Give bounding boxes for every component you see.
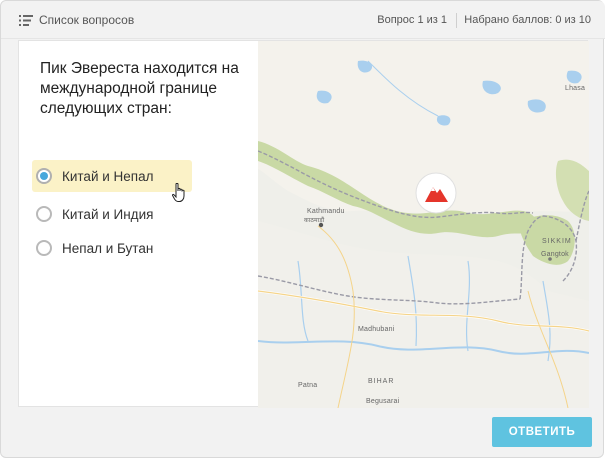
answer-option-label: Китай и Непал [62,168,154,184]
question-area: Пик Эвереста находится на международной … [19,41,258,406]
answer-option-china-india[interactable]: Китай и Индия [32,198,192,230]
map-label-gangtok: Gangtok [541,251,569,258]
radio-button[interactable] [36,240,52,256]
map-label-madhubani: Madhubani [358,326,395,333]
list-icon [19,14,33,26]
map-label-kathmandu: Kathmandu [307,208,345,215]
map-image: Kathmandu काठमाडौं SIKKIM Gangtok Madhub… [258,41,589,408]
question-list-label: Список вопросов [39,13,135,27]
map-label-sikkim: SIKKIM [542,238,572,245]
question-text: Пик Эвереста находится на международной … [40,60,239,117]
map-label-begusarai: Begusarai [366,398,400,405]
submit-answer-button[interactable]: ОТВЕТИТЬ [492,417,592,447]
score-label: Набрано баллов: 0 из 10 [464,14,591,26]
hand-cursor-icon [172,182,188,208]
radio-button[interactable] [36,168,52,184]
map-label-kathmandu-native: काठमाडौं [304,218,325,224]
answer-option-label: Китай и Индия [62,206,154,222]
answer-option-nepal-bhutan[interactable]: Непал и Бутан [32,232,192,264]
map-label-lhasa: Lhasa [565,85,586,92]
question-counter: Вопрос 1 из 1 [377,14,447,26]
quiz-window: Список вопросов Вопрос 1 из 1 Набрано ба… [0,0,605,458]
map-label-patna: Patna [298,382,318,389]
question-panel: Пик Эвереста находится на международной … [18,40,589,408]
question-list-button[interactable]: Список вопросов [19,13,134,27]
answer-option-china-nepal[interactable]: Китай и Непал [32,160,192,192]
answer-option-label: Непал и Бутан [62,240,154,256]
map-label-bihar: BIHAR [368,378,395,385]
quiz-header: Список вопросов Вопрос 1 из 1 Набрано ба… [1,1,605,39]
header-divider [456,13,457,28]
radio-button[interactable] [36,206,52,222]
